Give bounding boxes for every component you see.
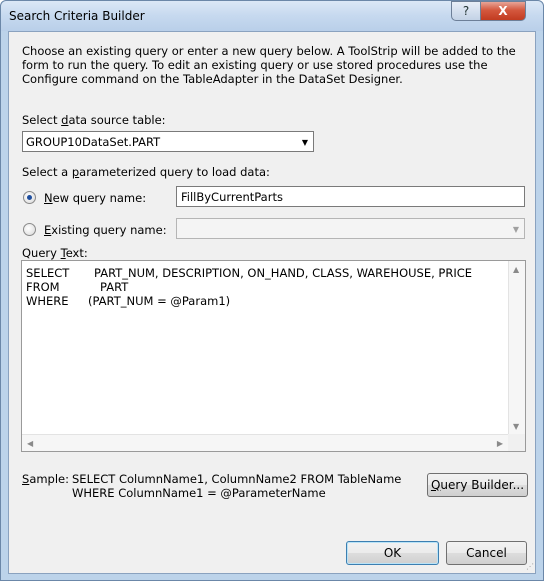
datasource-combo[interactable]: GROUP10DataSet.PART ▼ (22, 131, 314, 152)
query-value: (PART_NUM = @Param1) (88, 294, 231, 308)
new-query-name-value: FillByCurrentParts (181, 189, 283, 204)
new-query-radio[interactable] (23, 191, 36, 204)
existing-query-label[interactable]: Existing query name: (44, 223, 167, 237)
existing-query-radio[interactable] (23, 223, 36, 236)
dialog-client-area: Choose an existing query or enter a new … (8, 31, 536, 574)
query-builder-button[interactable]: Query Builder... (427, 473, 528, 497)
help-icon: ? (462, 4, 470, 18)
close-icon: X (498, 4, 508, 18)
horizontal-scrollbar[interactable]: ◀ ▶ (22, 434, 508, 451)
sample-label: Sample: (22, 472, 70, 486)
sample-line-2: WHERE ColumnName1 = @ParameterName (72, 486, 326, 500)
query-text-label: Query Text: (22, 246, 88, 260)
help-button[interactable]: ? (451, 1, 481, 21)
chevron-down-icon: ▼ (301, 138, 308, 147)
window-title: Search Criteria Builder (9, 9, 145, 23)
query-value: PART (100, 280, 129, 294)
intro-text: Choose an existing query or enter a new … (22, 44, 516, 86)
title-bar[interactable]: Search Criteria Builder ? X (1, 1, 543, 31)
new-query-name-input[interactable]: FillByCurrentParts (176, 186, 525, 207)
cancel-button[interactable]: Cancel (446, 541, 527, 565)
query-text-area[interactable]: SELECT PART_NUM, DESCRIPTION, ON_HAND, C… (21, 260, 526, 452)
arrow-left-icon[interactable]: ◀ (27, 439, 33, 448)
resize-grip-icon[interactable]: ⋰ (526, 562, 534, 571)
arrow-down-icon[interactable]: ▼ (513, 422, 519, 431)
sample-line-1: SELECT ColumnName1, ColumnName2 FROM Tab… (72, 472, 402, 486)
arrow-up-icon[interactable]: ▲ (513, 265, 519, 274)
query-value: PART_NUM, DESCRIPTION, ON_HAND, CLASS, W… (94, 266, 473, 280)
close-button[interactable]: X (480, 1, 526, 21)
existing-query-combo[interactable]: ▼ (176, 218, 525, 239)
datasource-label: Select data source table: (22, 113, 166, 127)
vertical-scrollbar[interactable]: ▲ ▼ (508, 261, 525, 435)
arrow-right-icon[interactable]: ▶ (497, 439, 503, 448)
radio-selected-dot (27, 195, 32, 200)
query-keyword: FROM (26, 280, 60, 294)
query-keyword: WHERE (26, 294, 69, 308)
chevron-down-icon: ▼ (512, 225, 519, 234)
dialog-window: Search Criteria Builder ? X Choose an ex… (0, 0, 544, 581)
query-keyword: SELECT (26, 266, 70, 280)
new-query-label[interactable]: New query name: (44, 191, 146, 205)
scrollbar-corner (508, 434, 525, 451)
datasource-value: GROUP10DataSet.PART (26, 134, 161, 149)
param-query-label: Select a parameterized query to load dat… (22, 165, 270, 179)
ok-button[interactable]: OK (346, 541, 439, 565)
